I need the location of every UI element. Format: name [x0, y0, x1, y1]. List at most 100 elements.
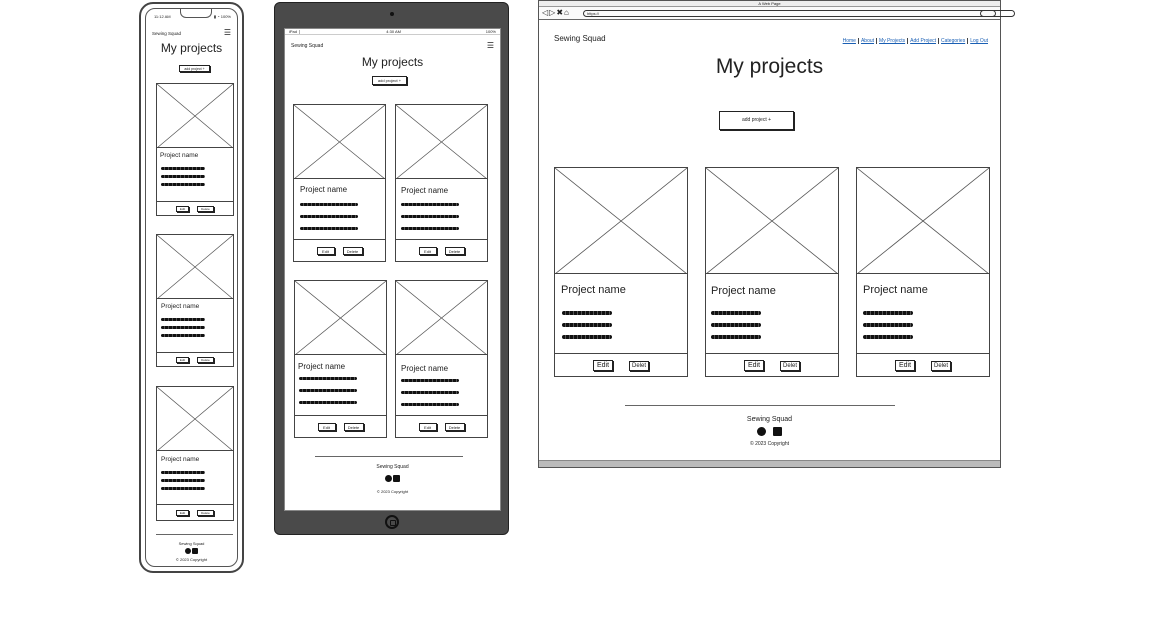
footer-copyright: © 2023 Copyright [539, 441, 1000, 447]
hamburger-menu-icon[interactable]: ☰ [224, 28, 231, 37]
project-card[interactable]: Project name Edit Delete [395, 280, 488, 438]
project-image-placeholder [294, 105, 385, 179]
tablet-status-bar: iPad ❘ 4:30 AM 100% [285, 29, 500, 35]
url-input[interactable]: https:// [583, 10, 1015, 17]
card-actions: Edit Delete [295, 415, 386, 438]
nav-link-my-projects[interactable]: My Projects [877, 38, 909, 44]
brand-logo[interactable]: Sewing Squad [291, 43, 323, 49]
delete-button[interactable]: Delete [342, 247, 363, 255]
project-image-placeholder [157, 84, 233, 148]
edit-button[interactable]: Edit [176, 206, 189, 212]
phone-frame: 11:12 AM ▮ ◔ 100% Sewing Squad ☰ My proj… [139, 2, 244, 573]
nav-link-about[interactable]: About [859, 38, 878, 44]
description-line [711, 323, 761, 327]
description-line [711, 311, 761, 315]
edit-button[interactable]: Edit [895, 360, 915, 371]
description-line [300, 215, 358, 218]
tablet-camera [390, 12, 394, 16]
delete-button[interactable]: Delet [931, 360, 951, 371]
linkedin-icon[interactable] [393, 475, 401, 482]
nav-link-home[interactable]: Home [841, 38, 859, 44]
brand-logo[interactable]: Sewing Squad [152, 31, 181, 36]
project-card[interactable]: Project name Edit Delete [156, 83, 234, 216]
delete-button[interactable]: Delete [444, 423, 465, 431]
description-line [401, 379, 459, 382]
footer-social [539, 427, 1000, 437]
edit-button[interactable]: Edit [744, 360, 764, 371]
footer-brand: Sewing Squad [178, 541, 205, 546]
delete-button[interactable]: Delet [629, 360, 649, 371]
edit-button[interactable]: Edit [593, 360, 613, 371]
add-project-button[interactable]: add project + [372, 76, 407, 85]
project-card[interactable]: Project name Edit Delet [856, 167, 990, 377]
brand-logo[interactable]: Sewing Squad [554, 34, 606, 43]
description-line [161, 167, 205, 170]
description-line [863, 323, 913, 327]
description-line [161, 334, 205, 337]
project-card[interactable]: Project name Edit Delete [293, 104, 386, 262]
card-actions: Edit Delete [157, 504, 233, 520]
copyright-symbol: © [376, 489, 380, 494]
edit-button[interactable]: Edit [418, 423, 437, 431]
project-name: Project name [298, 362, 346, 371]
project-name: Project name [561, 284, 626, 296]
project-card[interactable]: Project name Edit Delet [554, 167, 688, 377]
description-line [401, 215, 459, 218]
delete-button[interactable]: Delete [197, 509, 214, 516]
copyright-symbol: © [750, 441, 754, 447]
stop-icon[interactable]: ✖ [556, 8, 564, 17]
browser-nav-buttons: ◁▷✖⌂ [542, 8, 570, 17]
delete-button[interactable]: Delete [197, 206, 214, 212]
add-project-button[interactable]: add project + [179, 65, 210, 72]
home-icon[interactable]: ⌂ [564, 8, 570, 17]
add-project-button[interactable]: add project + [719, 111, 794, 130]
project-card[interactable]: Project name Edit Delete [156, 234, 234, 367]
linkedin-icon[interactable] [192, 548, 199, 554]
linkedin-icon[interactable] [773, 427, 783, 437]
footer-divider [625, 405, 895, 406]
tablet-home-button[interactable] [385, 515, 399, 529]
nav-link-add-project[interactable]: Add Project [908, 38, 940, 44]
edit-button[interactable]: Edit [418, 247, 437, 255]
project-name: Project name [160, 152, 199, 159]
github-icon[interactable] [384, 475, 392, 482]
edit-button[interactable]: Edit [317, 423, 336, 431]
tablet-status-time: 4:30 AM [386, 29, 401, 34]
nav-link-log-out[interactable]: Log Out [968, 38, 990, 44]
delete-button[interactable]: Delete [197, 357, 214, 363]
page-title: My projects [715, 55, 824, 78]
github-icon[interactable] [756, 427, 766, 437]
description-line [562, 335, 612, 339]
project-name: Project name [300, 185, 348, 194]
project-card[interactable]: Project name Edit Delete [294, 280, 387, 438]
browser-search-input[interactable] [980, 10, 996, 17]
description-line [161, 326, 205, 329]
card-actions: Edit Delete [157, 352, 233, 367]
hamburger-menu-icon[interactable]: ☰ [487, 41, 494, 50]
edit-button[interactable]: Edit [176, 509, 189, 516]
phone-status-time: 11:12 AM [154, 14, 171, 19]
project-name: Project name [401, 364, 449, 373]
card-actions: Edit Delet [706, 353, 838, 377]
project-image-placeholder [157, 235, 233, 299]
project-card[interactable]: Project name Edit Delete [156, 386, 234, 521]
description-line [161, 183, 205, 186]
description-line [562, 323, 612, 327]
edit-button[interactable]: Edit [176, 357, 189, 363]
edit-button[interactable]: Edit [316, 247, 335, 255]
nav-link-categories[interactable]: Categories [939, 38, 969, 44]
delete-button[interactable]: Delete [343, 423, 364, 431]
project-image-placeholder [706, 168, 838, 274]
tablet-screen: iPad ❘ 4:30 AM 100% Sewing Squad ☰ My pr… [284, 28, 501, 511]
github-icon[interactable] [184, 548, 191, 554]
project-card[interactable]: Project name Edit Delete [395, 104, 488, 262]
description-line [401, 227, 459, 230]
description-line [161, 318, 205, 321]
project-card[interactable]: Project name Edit Delet [705, 167, 839, 377]
tablet-frame: iPad ❘ 4:30 AM 100% Sewing Squad ☰ My pr… [274, 2, 509, 535]
delete-button[interactable]: Delete [444, 247, 465, 255]
project-name: Project name [863, 284, 928, 296]
project-name: Project name [161, 303, 200, 310]
delete-button[interactable]: Delet [780, 360, 800, 371]
footer-copyright: © 2023 Copyright [285, 489, 500, 494]
